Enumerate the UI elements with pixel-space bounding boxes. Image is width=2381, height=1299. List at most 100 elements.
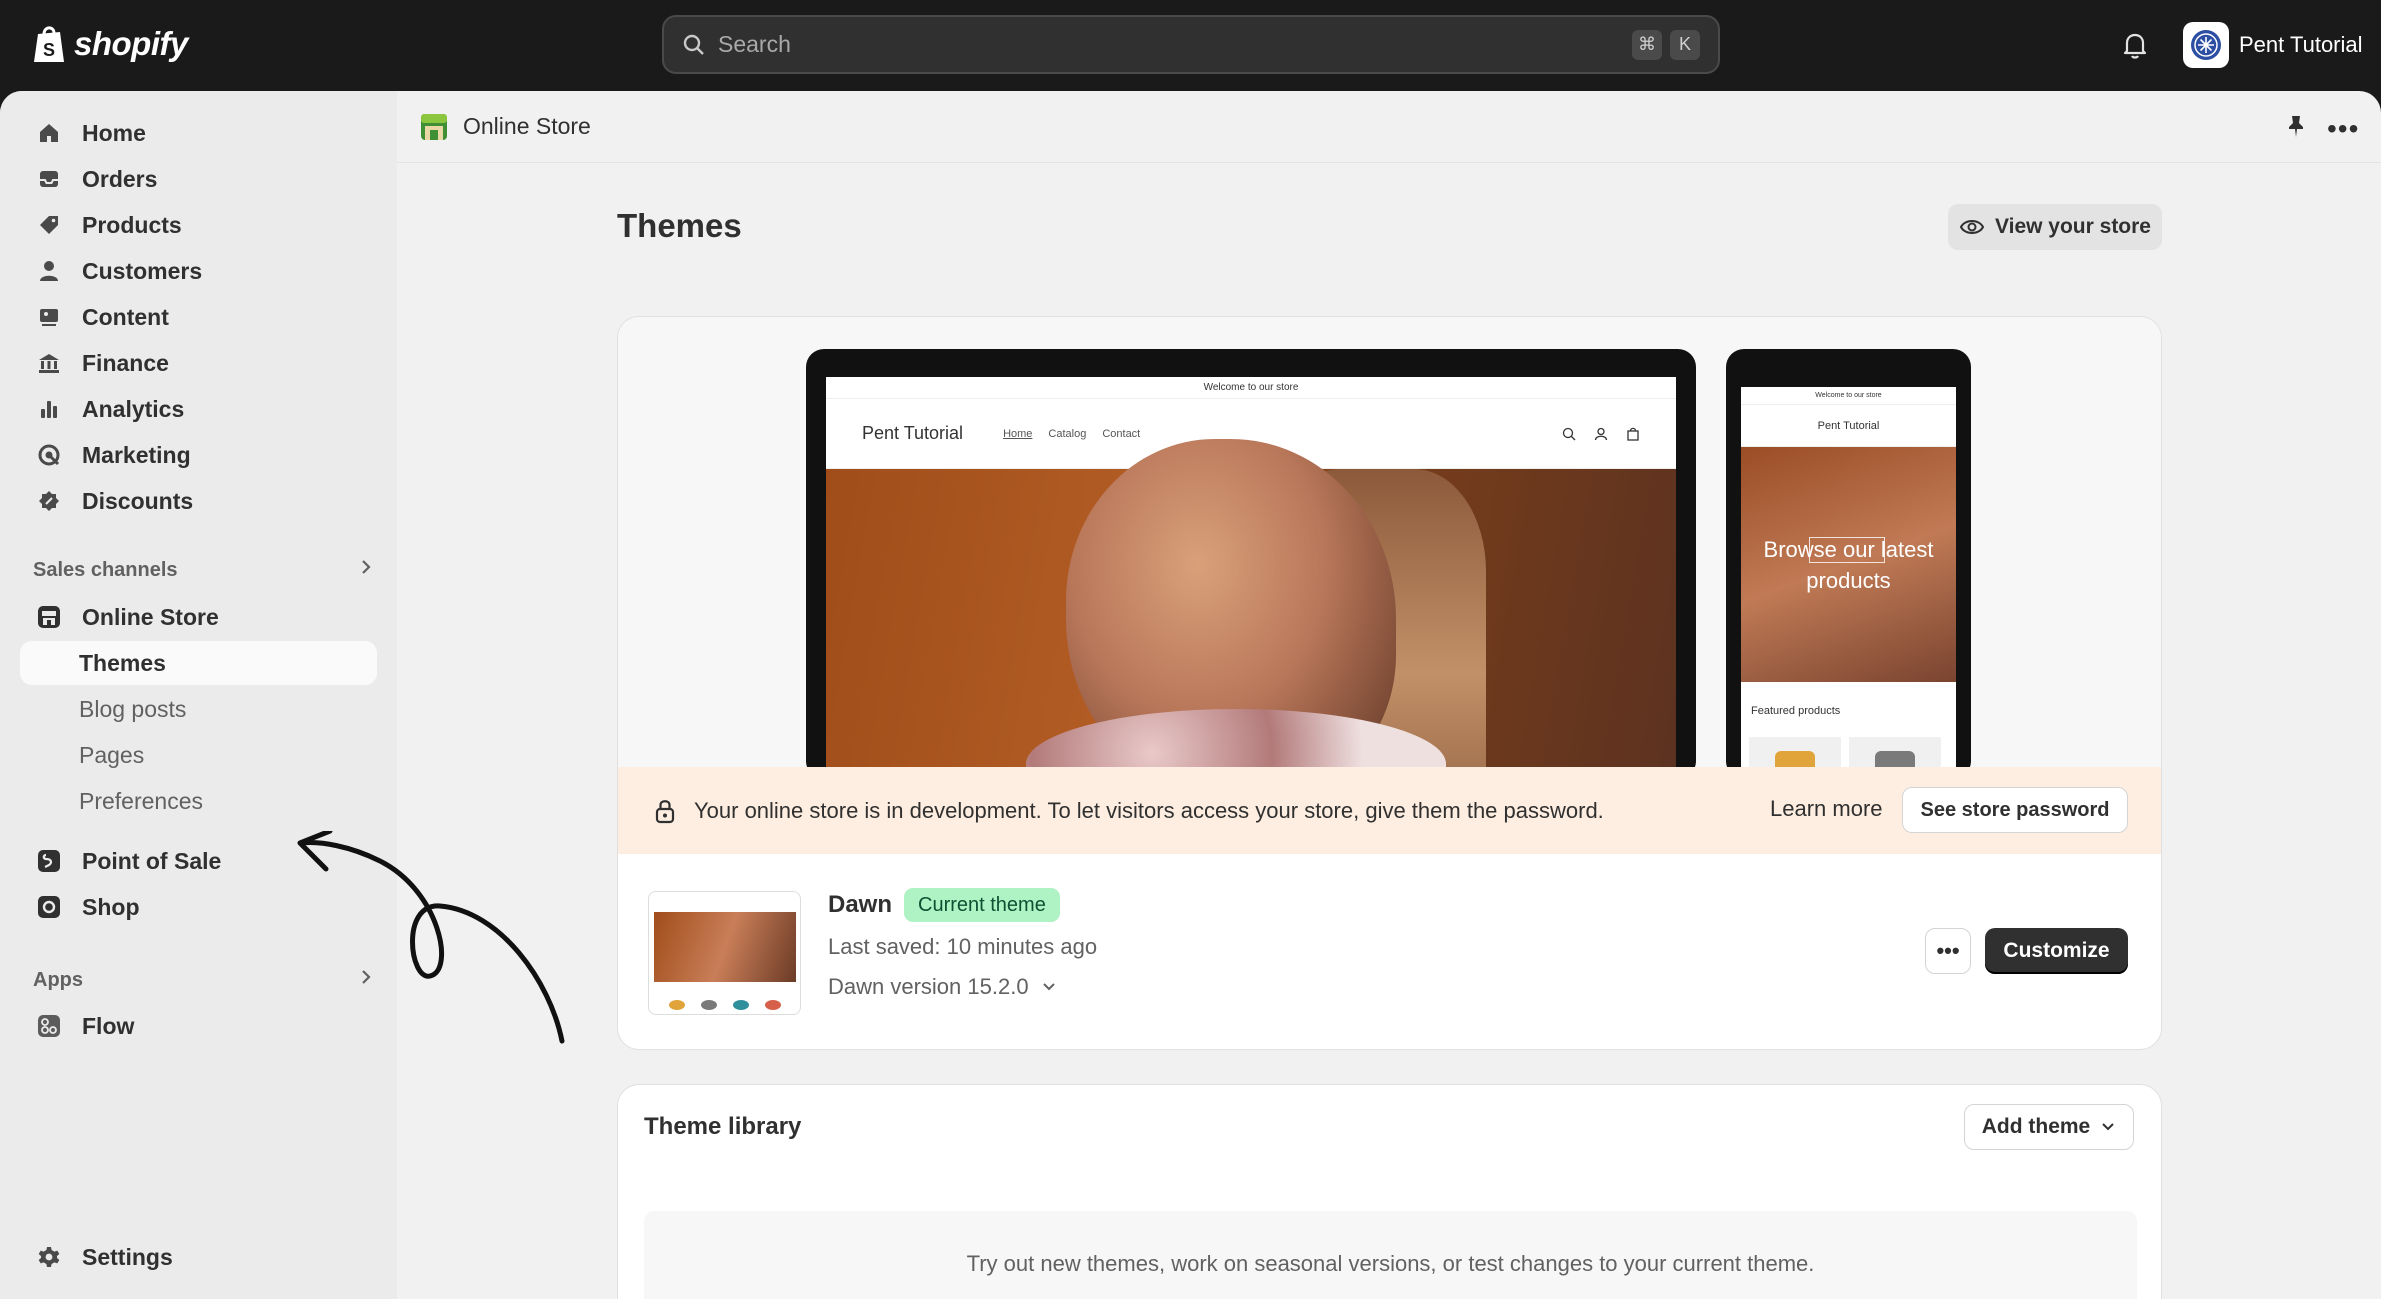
sidebar-item-orders[interactable]: Orders — [20, 157, 377, 201]
sales-channels-section[interactable]: Sales channels — [33, 558, 373, 582]
add-theme-label: Add theme — [1981, 1115, 2091, 1138]
mobile-announcement-bar: Welcome to our store — [1741, 387, 1956, 405]
sidebar-item-label: Flow — [82, 1012, 135, 1039]
image-icon — [34, 302, 64, 332]
chevron-down-icon — [2102, 1123, 2114, 1131]
apps-label: Apps — [33, 968, 83, 991]
sidebar-item-label: Products — [82, 211, 182, 238]
theme-library-card: Theme library Add theme Try out new them… — [617, 1084, 2162, 1299]
see-store-password-button[interactable]: See store password — [1902, 787, 2128, 833]
sidebar: Home Orders Products Customers Content F… — [0, 91, 397, 1299]
shortcut-cmd-key: ⌘ — [1632, 29, 1662, 60]
sidebar-item-label: Marketing — [82, 441, 191, 468]
flow-icon — [34, 1011, 64, 1041]
sidebar-item-settings[interactable]: Settings — [20, 1235, 377, 1279]
inbox-icon — [34, 164, 64, 194]
hero-image — [826, 439, 1676, 779]
theme-thumbnail[interactable] — [648, 891, 801, 1015]
search-placeholder: Search — [718, 31, 791, 57]
notifications-bell-icon[interactable] — [2118, 28, 2152, 62]
sidebar-item-label: Pages — [79, 741, 145, 768]
top-bar: S shopify Search ⌘ K Pent Tutorial — [0, 0, 2381, 91]
sidebar-item-label: Home — [82, 119, 146, 146]
account-name: Pent Tutorial — [2239, 32, 2363, 57]
sidebar-item-label: Finance — [82, 349, 169, 376]
current-theme-card: Welcome to our store Pent Tutorial Home … — [617, 316, 2162, 1050]
lock-icon — [655, 799, 675, 823]
sidebar-item-preferences[interactable]: Preferences — [20, 779, 377, 823]
page-title: Themes — [617, 207, 742, 244]
annotation-arrow-icon — [297, 831, 565, 1044]
sidebar-item-label: Online Store — [82, 603, 219, 630]
shop-app-icon — [34, 892, 64, 922]
current-theme-badge: Current theme — [904, 888, 1060, 922]
discount-icon — [34, 486, 64, 516]
shopify-logo[interactable]: S shopify — [32, 24, 188, 64]
customize-button[interactable]: Customize — [1985, 928, 2128, 974]
sidebar-item-label: Customers — [82, 257, 203, 284]
view-store-button[interactable]: View your store — [1948, 204, 2162, 250]
sidebar-item-customers[interactable]: Customers — [20, 249, 377, 293]
sidebar-item-online-store[interactable]: Online Store — [20, 595, 377, 639]
desktop-preview: Welcome to our store Pent Tutorial Home … — [806, 349, 1696, 779]
theme-name: Dawn — [828, 891, 893, 918]
view-store-label: View your store — [1994, 215, 2151, 238]
person-icon — [34, 256, 64, 286]
store-logo-icon — [2191, 30, 2221, 60]
sidebar-item-products[interactable]: Products — [20, 203, 377, 247]
theme-more-actions-button[interactable]: ••• — [1925, 928, 1971, 974]
mobile-store-name: Pent Tutorial — [1741, 405, 1956, 447]
sidebar-item-finance[interactable]: Finance — [20, 341, 377, 385]
tag-icon — [34, 210, 64, 240]
theme-library-message: Try out new themes, work on seasonal ver… — [966, 1251, 1815, 1276]
last-saved-text: Last saved: 10 minutes ago — [828, 934, 1098, 959]
theme-version: Dawn version 15.2.0 — [828, 974, 1029, 999]
account-menu[interactable]: Pent Tutorial — [2183, 22, 2363, 68]
store-nav-catalog: Catalog — [1048, 427, 1087, 440]
more-actions-icon[interactable]: ••• — [2327, 113, 2359, 145]
sidebar-item-label: Analytics — [82, 395, 185, 422]
sidebar-item-blog-posts[interactable]: Blog posts — [20, 687, 377, 731]
admin-frame: Home Orders Products Customers Content F… — [0, 91, 2381, 1299]
store-icon — [34, 602, 64, 632]
theme-library-empty-state: Try out new themes, work on seasonal ver… — [644, 1211, 2137, 1299]
sidebar-item-content[interactable]: Content — [20, 295, 377, 339]
sidebar-item-label: Discounts — [82, 487, 194, 514]
development-banner: Your online store is in development. To … — [618, 767, 2161, 854]
featured-products-label: Featured products — [1751, 705, 1841, 717]
search-input[interactable]: Search ⌘ K — [662, 15, 1720, 74]
sidebar-item-label: Shop — [82, 893, 140, 920]
gear-icon — [34, 1242, 64, 1272]
sidebar-item-label: Settings — [82, 1243, 173, 1270]
mobile-preview: Welcome to our store Pent Tutorial Brows… — [1726, 349, 1971, 779]
page-header-title[interactable]: Online Store — [463, 113, 591, 140]
sidebar-item-label: Orders — [82, 165, 158, 192]
online-store-app-icon — [421, 113, 447, 140]
sales-channels-label: Sales channels — [33, 558, 178, 581]
eye-icon — [1959, 220, 1985, 234]
add-theme-button[interactable]: Add theme — [1964, 1104, 2134, 1150]
main-content: Online Store ••• Themes View your store … — [397, 91, 2381, 1299]
store-nav-contact: Contact — [1102, 427, 1141, 440]
store-name: Pent Tutorial — [862, 423, 964, 443]
target-icon — [34, 440, 64, 470]
shopify-bag-icon: S — [34, 26, 64, 62]
account-icon — [1594, 427, 1608, 440]
search-icon — [1562, 427, 1576, 440]
sidebar-item-analytics[interactable]: Analytics — [20, 387, 377, 431]
learn-more-link[interactable]: Learn more — [1770, 796, 1883, 822]
sidebar-item-marketing[interactable]: Marketing — [20, 433, 377, 477]
sidebar-item-home[interactable]: Home — [20, 111, 377, 155]
store-nav-home: Home — [1003, 427, 1033, 440]
pin-icon[interactable] — [2283, 113, 2309, 139]
cart-icon — [1627, 427, 1639, 441]
theme-version-dropdown[interactable]: Dawn version 15.2.0 — [828, 974, 1057, 1000]
mobile-hero-button — [1809, 537, 1885, 563]
sidebar-item-pages[interactable]: Pages — [20, 733, 377, 777]
bank-icon — [34, 348, 64, 378]
theme-preview[interactable]: Welcome to our store Pent Tutorial Home … — [618, 317, 2161, 779]
sidebar-item-themes[interactable]: Themes — [20, 641, 377, 685]
chevron-right-icon — [359, 558, 373, 582]
pos-icon — [34, 846, 64, 876]
sidebar-item-discounts[interactable]: Discounts — [20, 479, 377, 523]
